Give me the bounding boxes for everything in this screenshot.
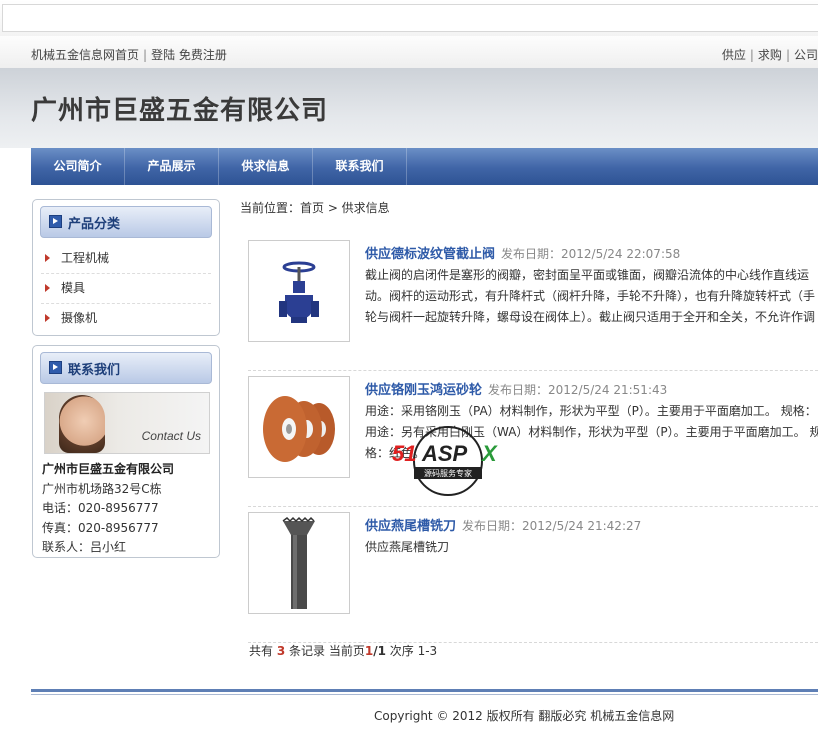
- company-link[interactable]: 公司: [794, 48, 818, 62]
- contact-address: 广州市机场路32号C栋: [42, 481, 162, 496]
- category-box: 产品分类 工程机械 模具 摄像机: [32, 199, 220, 336]
- list-item: 供应德标波纹管截止阀 发布日期：2012/5/24 22:07:58 截止阀的启闭…: [248, 240, 818, 371]
- separator: |: [749, 48, 754, 62]
- category-item[interactable]: 摄像机: [41, 304, 211, 333]
- supply-link[interactable]: 供应: [722, 48, 746, 62]
- browser-top-strip: [0, 0, 818, 37]
- item-date: 发布日期：2012/5/24 21:42:27: [462, 519, 642, 533]
- svg-text:源码服务专家: 源码服务专家: [424, 468, 472, 478]
- top-links-left: 机械五金信息网首页 | 登陆 免费注册: [31, 46, 227, 63]
- nav-supply-demand[interactable]: 供求信息: [219, 148, 313, 185]
- main-nav: 公司简介 产品展示 供求信息 联系我们: [31, 148, 818, 185]
- category-label: 工程机械: [61, 251, 110, 265]
- site-header: 广州市巨盛五金有限公司: [0, 68, 818, 148]
- item-title[interactable]: 供应德标波纹管截止阀 发布日期：2012/5/24 22:07:58: [365, 243, 680, 262]
- category-list: 工程机械 模具 摄像机: [33, 244, 219, 339]
- category-box-header: 产品分类: [40, 206, 212, 238]
- arrow-square-icon: [49, 215, 62, 228]
- pager-total: 3: [276, 644, 286, 658]
- bullet-arrow-icon: [45, 314, 50, 322]
- item-title[interactable]: 供应铬刚玉鸿运砂轮 发布日期：2012/5/24 21:51:43: [365, 379, 667, 398]
- nav-products[interactable]: 产品展示: [125, 148, 219, 185]
- item-title-text[interactable]: 供应德标波纹管截止阀: [365, 247, 495, 262]
- item-title-text[interactable]: 供应燕尾槽铣刀: [365, 519, 456, 534]
- contact-box-title: 联系我们: [68, 363, 121, 378]
- category-box-title: 产品分类: [68, 217, 121, 232]
- product-thumbnail[interactable]: [248, 376, 350, 478]
- breadcrumb: 当前位置：首页 > 供求信息: [240, 201, 390, 215]
- separator: |: [785, 48, 790, 62]
- item-description: 供应燕尾槽铣刀: [365, 540, 450, 554]
- item-title[interactable]: 供应燕尾槽铣刀 发布日期：2012/5/24 21:42:27: [365, 515, 641, 534]
- login-link[interactable]: 登陆: [151, 48, 175, 62]
- copyright: Copyright © 2012 版权所有 翻版必究 机械五金信息网: [374, 709, 675, 723]
- svg-text:51: 51: [392, 441, 416, 466]
- contact-us-image: Contact Us: [44, 392, 210, 454]
- top-frame: [2, 4, 818, 32]
- operator-headset-icon: [59, 395, 105, 453]
- bullet-arrow-icon: [45, 254, 50, 262]
- nav-contact-us[interactable]: 联系我们: [313, 148, 407, 185]
- site-home-link[interactable]: 机械五金信息网首页: [31, 48, 139, 62]
- list-item: 供应燕尾槽铣刀 发布日期：2012/5/24 21:42:27 供应燕尾槽铣刀: [248, 512, 818, 643]
- category-item[interactable]: 模具: [41, 274, 211, 304]
- contact-company: 广州市巨盛五金有限公司: [42, 462, 175, 476]
- item-description: 截止阀的启闭件是塞形的阀瓣，密封面呈平面或锥面，阀瓣沿流体的中心线作直线运动。阀…: [365, 268, 816, 324]
- contact-info: 广州市巨盛五金有限公司 广州市机场路32号C栋 电话：020-8956777 传…: [33, 454, 219, 562]
- register-link[interactable]: 免费注册: [179, 48, 227, 62]
- milling-cutter-icon: [282, 516, 315, 609]
- list-item: 供应铬刚玉鸿运砂轮 发布日期：2012/5/24 21:51:43 用途：采用铬刚…: [248, 376, 818, 507]
- arrow-square-icon: [49, 361, 62, 374]
- top-links-right: 供应 | 求购 | 公司: [722, 46, 818, 63]
- pager-mid: 条记录 当前页: [289, 644, 365, 658]
- pager-page-count: /1: [373, 644, 386, 658]
- product-thumbnail[interactable]: [248, 240, 350, 342]
- valve-icon: [279, 261, 319, 323]
- 51aspx-logo-icon: 51 ASP X 源码服务专家: [392, 426, 498, 496]
- svg-text:ASP: ASP: [421, 441, 468, 466]
- svg-text:X: X: [480, 441, 498, 466]
- bullet-arrow-icon: [45, 284, 50, 292]
- category-item[interactable]: 工程机械: [41, 244, 211, 274]
- contact-person: 联系人：吕小红: [42, 540, 127, 554]
- item-date: 发布日期：2012/5/24 22:07:58: [501, 247, 681, 261]
- pager-prefix: 共有: [249, 644, 274, 658]
- category-label: 摄像机: [61, 311, 98, 325]
- item-title-text[interactable]: 供应铬刚玉鸿运砂轮: [365, 383, 482, 398]
- category-label: 模具: [61, 281, 86, 295]
- item-date: 发布日期：2012/5/24 21:51:43: [488, 383, 668, 397]
- contact-phone: 电话：020-8956777: [42, 501, 159, 515]
- contact-box-header: 联系我们: [40, 352, 212, 384]
- pager-suffix: 次序 1-3: [389, 644, 438, 658]
- watermark-logo: 51 ASP X 源码服务专家: [388, 425, 518, 497]
- contact-us-image-text: Contact Us: [141, 429, 201, 443]
- product-thumbnail[interactable]: [248, 512, 350, 614]
- pager-current: 1: [364, 644, 374, 658]
- footer-divider-thin: [31, 694, 818, 695]
- grinding-wheel-icon: [263, 396, 335, 462]
- separator: |: [143, 48, 148, 62]
- pager: 共有 3 条记录 当前页1/1 次序 1-3: [249, 642, 437, 659]
- contact-box: 联系我们 Contact Us 广州市巨盛五金有限公司 广州市机场路32号C栋 …: [32, 345, 220, 558]
- footer-divider: [31, 689, 818, 692]
- nav-company-profile[interactable]: 公司简介: [31, 148, 125, 185]
- company-title: 广州市巨盛五金有限公司: [31, 96, 329, 126]
- top-links-bar: 机械五金信息网首页 | 登陆 免费注册 供应 | 求购 | 公司: [0, 36, 818, 68]
- contact-fax: 传真：020-8956777: [42, 520, 159, 535]
- purchase-link[interactable]: 求购: [758, 48, 782, 62]
